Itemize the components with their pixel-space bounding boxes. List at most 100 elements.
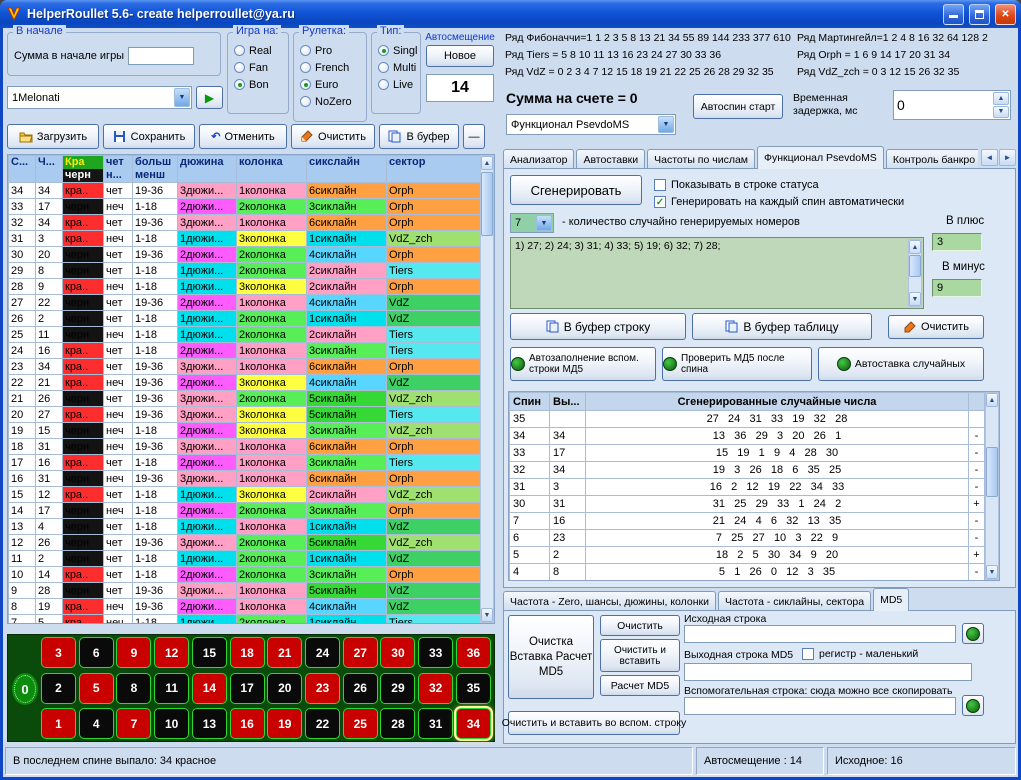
save-button[interactable]: Сохранить — [103, 124, 195, 149]
board-number-12[interactable]: 12 — [154, 637, 189, 668]
board-number-3[interactable]: 3 — [41, 637, 76, 668]
tab-функционал-psevdoms[interactable]: Функционал PsevdoMS — [757, 146, 884, 169]
board-number-22[interactable]: 22 — [305, 708, 340, 739]
board-number-8[interactable]: 8 — [116, 673, 151, 704]
minus-button[interactable]: — — [463, 124, 485, 149]
scroll-track[interactable] — [481, 170, 493, 608]
chevron-down-icon[interactable]: ▼ — [658, 116, 674, 133]
board-number-29[interactable]: 29 — [380, 673, 415, 704]
board-number-26[interactable]: 26 — [343, 673, 378, 704]
board-number-19[interactable]: 19 — [267, 708, 302, 739]
tab-частоты-по-числам[interactable]: Частоты по числам — [647, 149, 755, 169]
board-number-27[interactable]: 27 — [343, 637, 378, 668]
play-button[interactable]: ▶ — [196, 86, 223, 109]
md5-source-input[interactable] — [684, 625, 956, 643]
board-number-30[interactable]: 30 — [380, 637, 415, 668]
radio-multi[interactable]: Multi — [378, 59, 418, 76]
scroll-up-icon[interactable]: ▲ — [909, 240, 921, 254]
scroll-down-icon[interactable]: ▼ — [909, 292, 921, 306]
chevron-down-icon[interactable]: ▼ — [536, 215, 552, 231]
md5-big-button[interactable]: Очистка Вставка Расчет MD5 — [508, 615, 594, 699]
board-number-23[interactable]: 23 — [305, 673, 340, 704]
board-number-18[interactable]: 18 — [230, 637, 265, 668]
scroll-down-icon[interactable]: ▼ — [986, 565, 998, 579]
board-number-10[interactable]: 10 — [154, 708, 189, 739]
scroll-up-icon[interactable]: ▲ — [481, 156, 493, 170]
tab-автоставки[interactable]: Автоставки — [576, 149, 645, 169]
radio-real[interactable]: Real — [234, 42, 286, 59]
board-number-4[interactable]: 4 — [79, 708, 114, 739]
board-number-11[interactable]: 11 — [154, 673, 189, 704]
minimize-button[interactable] — [943, 4, 964, 25]
board-number-2[interactable]: 2 — [41, 673, 76, 704]
tab-md5[interactable]: MD5 — [873, 588, 909, 611]
radio-euro[interactable]: Euro — [300, 76, 364, 93]
md5-clear-button[interactable]: Очистить — [600, 615, 680, 636]
board-number-1[interactable]: 1 — [41, 708, 76, 739]
md5-helper-input[interactable] — [684, 697, 956, 715]
board-number-28[interactable]: 28 — [380, 708, 415, 739]
maximize-button[interactable] — [969, 4, 990, 25]
new-button[interactable]: Новое — [426, 45, 494, 67]
preset-combo[interactable]: 1Melonati ▼ — [7, 86, 192, 109]
check-md5-button[interactable]: Проверить МД5 после спина — [662, 347, 812, 381]
board-number-20[interactable]: 20 — [267, 673, 302, 704]
delay-spinner[interactable]: 0 ▲ ▼ — [893, 90, 1011, 120]
radio-pro[interactable]: Pro — [300, 42, 364, 59]
checkbox-auto-generate[interactable]: Генерировать на каждый спин автоматическ… — [654, 196, 904, 208]
clear-button[interactable]: Очистить — [291, 124, 375, 149]
radio-bon[interactable]: Bon — [234, 76, 286, 93]
spin-down-icon[interactable]: ▼ — [993, 106, 1009, 119]
board-number-34[interactable]: 34 — [456, 708, 491, 739]
chevron-down-icon[interactable]: ▼ — [174, 88, 190, 107]
radio-nozero[interactable]: NoZero — [300, 93, 364, 110]
undo-button[interactable]: ↶ Отменить — [199, 124, 287, 149]
load-button[interactable]: Загрузить — [7, 124, 99, 149]
board-number-7[interactable]: 7 — [116, 708, 151, 739]
board-number-0[interactable]: 0 — [12, 673, 38, 705]
tab-контроль-банкро[interactable]: Контроль банкро — [886, 149, 978, 169]
clear-generated-button[interactable]: Очистить — [888, 315, 984, 339]
gen-table-scrollbar[interactable]: ▲ ▼ — [985, 392, 999, 580]
gen-area-scrollbar[interactable]: ▲ ▼ — [908, 239, 922, 307]
spin-table-scrollbar[interactable]: ▲ ▼ — [480, 155, 494, 623]
scroll-down-icon[interactable]: ▼ — [481, 608, 493, 622]
tab-частота-zero-шансы-дюжины-колонки[interactable]: Частота - Zero, шансы, дюжины, колонки — [503, 591, 716, 611]
board-number-32[interactable]: 32 — [418, 673, 453, 704]
radio-live[interactable]: Live — [378, 76, 418, 93]
md5-clear-paste-button[interactable]: Очистить и вставить — [600, 639, 680, 672]
radio-fan[interactable]: Fan — [234, 59, 286, 76]
close-button[interactable]: ✕ — [995, 4, 1016, 25]
scroll-thumb[interactable] — [481, 172, 493, 236]
board-number-21[interactable]: 21 — [267, 637, 302, 668]
md5-source-action-button[interactable] — [962, 623, 984, 644]
start-sum-input[interactable] — [128, 47, 194, 65]
board-number-24[interactable]: 24 — [305, 637, 340, 668]
scroll-thumb[interactable] — [909, 255, 921, 277]
count-combo[interactable]: 7 ▼ — [510, 213, 554, 233]
board-number-9[interactable]: 9 — [116, 637, 151, 668]
board-number-15[interactable]: 15 — [192, 637, 227, 668]
board-number-5[interactable]: 5 — [79, 673, 114, 704]
md5-calc-button[interactable]: Расчет MD5 — [600, 675, 680, 696]
md5-output-input[interactable] — [684, 663, 972, 681]
generated-string-area[interactable]: 1) 27; 2) 24; 3) 31; 4) 33; 5) 19; 6) 32… — [510, 237, 924, 309]
board-number-13[interactable]: 13 — [192, 708, 227, 739]
radio-singl[interactable]: Singl — [378, 42, 418, 59]
checkbox-lowercase[interactable]: регистр - маленький — [802, 648, 918, 660]
tab-scroll-right-icon[interactable]: ► — [999, 149, 1016, 166]
radio-french[interactable]: French — [300, 59, 364, 76]
board-number-35[interactable]: 35 — [456, 673, 491, 704]
board-number-16[interactable]: 16 — [230, 708, 265, 739]
tab-частота-сиклайны-сектора[interactable]: Частота - сиклайны, сектора — [718, 591, 871, 611]
board-number-17[interactable]: 17 — [230, 673, 265, 704]
scroll-thumb[interactable] — [986, 447, 998, 497]
scroll-up-icon[interactable]: ▲ — [986, 393, 998, 407]
generate-button[interactable]: Сгенерировать — [510, 175, 642, 205]
autobet-random-button[interactable]: Автоставка случайных — [818, 347, 984, 381]
mode-combo[interactable]: Функционал PsevdoMS ▼ — [506, 114, 676, 135]
autospin-start-button[interactable]: Автоспин старт — [693, 94, 783, 119]
md5-helper-action-button[interactable] — [962, 695, 984, 716]
board-number-31[interactable]: 31 — [418, 708, 453, 739]
board-number-36[interactable]: 36 — [456, 637, 491, 668]
